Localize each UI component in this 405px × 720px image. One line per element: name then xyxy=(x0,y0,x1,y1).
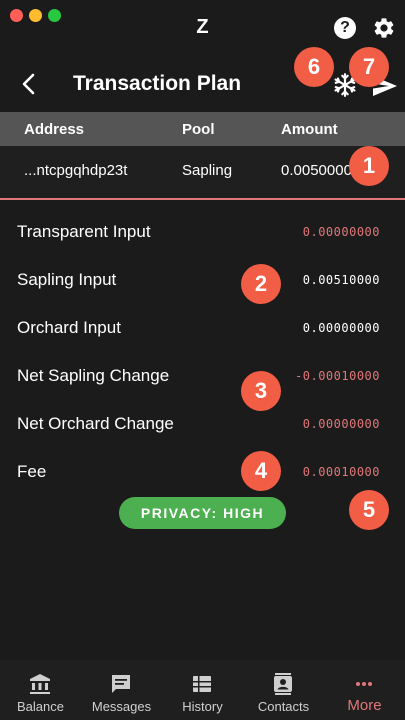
summary-row-orchard-input: Orchard Input 0.00000000 xyxy=(0,304,405,352)
table-divider xyxy=(0,198,405,200)
annotation-badge-2: 2 xyxy=(241,264,281,304)
summary-value: -0.00010000 xyxy=(295,369,380,383)
window-titlebar: Z ? xyxy=(0,0,405,56)
summary-value: 0.00510000 xyxy=(302,273,380,287)
annotation-badge-1: 1 xyxy=(349,146,389,186)
table-row: ...ntcpgqhdp23t Sapling 0.00500000 xyxy=(0,146,405,198)
annotation-badge-7: 7 xyxy=(349,47,389,87)
summary-label: Fee xyxy=(17,462,47,481)
column-header-address: Address xyxy=(24,121,85,138)
help-icon[interactable]: ? xyxy=(334,17,356,39)
summary-row-net-orchard-change: Net Orchard Change 0.00000000 xyxy=(0,400,405,448)
nav-label: Balance xyxy=(17,699,64,714)
privacy-level-badge: PRIVACY: HIGH xyxy=(119,497,286,529)
bottom-navigation: Balance Messages History Contacts More xyxy=(0,660,405,720)
summary-label: Sapling Input xyxy=(17,270,117,289)
row-address: ...ntcpgqhdp23t xyxy=(24,162,128,179)
contacts-icon xyxy=(274,673,292,695)
gear-icon[interactable] xyxy=(372,16,396,40)
summary-label: Transparent Input xyxy=(17,222,151,241)
bank-icon xyxy=(30,674,50,694)
summary-value: 0.00000000 xyxy=(302,321,380,335)
summary-value: 0.00000000 xyxy=(302,225,380,239)
summary-label: Net Orchard Change xyxy=(17,414,174,433)
summary-row-fee: Fee 0.00010000 xyxy=(0,448,405,496)
summary-label: Orchard Input xyxy=(17,318,121,337)
nav-label: More xyxy=(347,697,382,714)
nav-item-messages[interactable]: Messages xyxy=(81,660,162,720)
nav-item-more[interactable]: More xyxy=(324,660,405,720)
recipients-table-header: Address Pool Amount xyxy=(0,112,405,146)
back-arrow-icon[interactable] xyxy=(18,72,42,96)
row-pool: Sapling xyxy=(182,162,233,179)
nav-item-history[interactable]: History xyxy=(162,660,243,720)
message-icon xyxy=(112,675,130,693)
nav-item-contacts[interactable]: Contacts xyxy=(243,660,324,720)
page-title: Transaction Plan xyxy=(73,72,242,95)
column-header-amount: Amount xyxy=(281,121,338,138)
annotation-badge-6: 6 xyxy=(294,47,334,87)
nav-label: Contacts xyxy=(257,699,310,714)
summary-row-transparent-input: Transparent Input 0.00000000 xyxy=(0,208,405,256)
summary-row-sapling-input: Sapling Input 0.00510000 xyxy=(0,256,405,304)
more-icon xyxy=(356,682,372,686)
nav-label: History xyxy=(182,699,223,714)
annotation-badge-5: 5 xyxy=(349,490,389,530)
summary-row-net-sapling-change: Net Sapling Change -0.00010000 xyxy=(0,352,405,400)
annotation-badge-4: 4 xyxy=(241,451,281,491)
summary-value: 0.00010000 xyxy=(302,465,380,479)
summary-value: 0.00000000 xyxy=(302,417,380,431)
annotation-badge-3: 3 xyxy=(241,371,281,411)
nav-item-balance[interactable]: Balance xyxy=(0,660,81,720)
summary-label: Net Sapling Change xyxy=(17,366,170,385)
column-header-pool: Pool xyxy=(182,121,215,138)
nav-label: Messages xyxy=(91,699,152,714)
app-header: Transaction Plan xyxy=(0,60,405,112)
history-icon xyxy=(193,676,211,692)
